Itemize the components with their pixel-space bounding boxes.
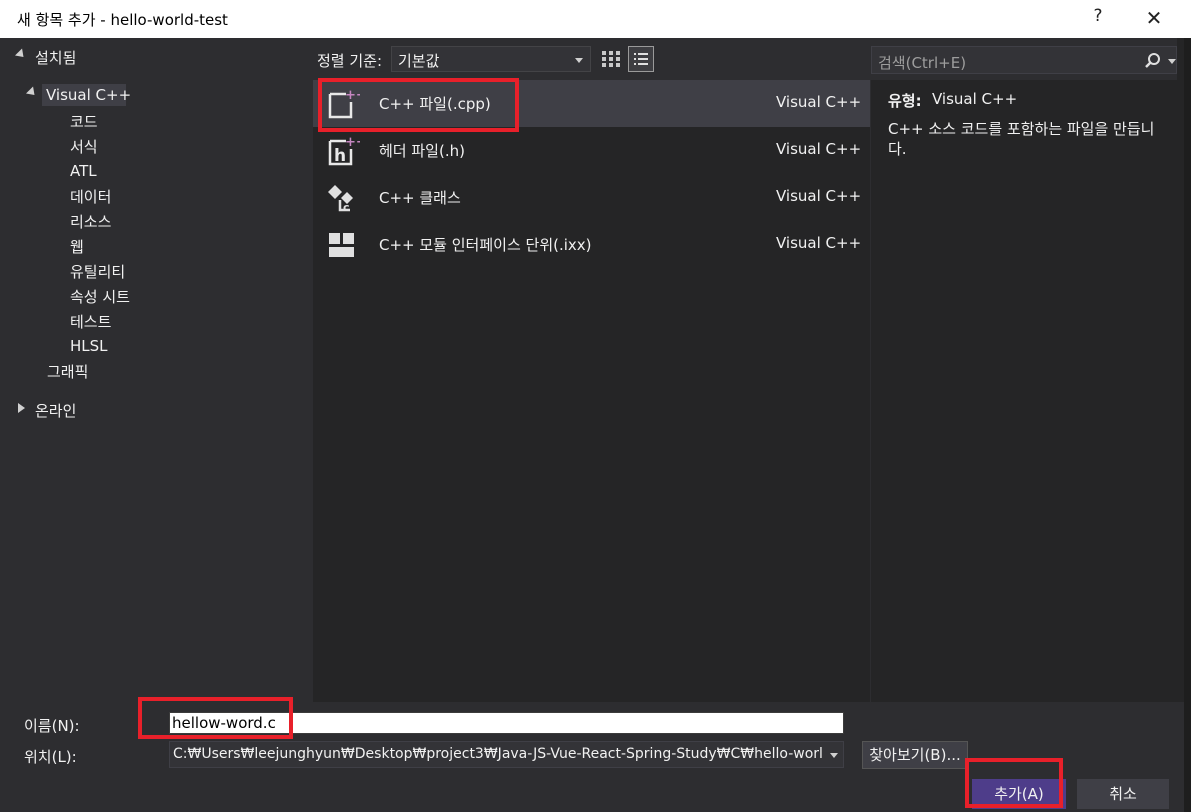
cancel-button[interactable]: 취소	[1077, 779, 1169, 809]
module-interface-icon	[326, 227, 360, 261]
sort-dropdown[interactable]: 기본값	[391, 46, 591, 72]
chevron-down-icon[interactable]	[830, 753, 838, 758]
list-view-icon[interactable]	[628, 46, 654, 72]
tree-item-installed[interactable]: 설치됨	[35, 47, 76, 68]
name-label: 이름(N):	[24, 717, 80, 735]
tree-item-graphics[interactable]: 그래픽	[47, 361, 88, 382]
template-type: Visual C++	[776, 234, 862, 252]
tree-item-atl[interactable]: ATL	[70, 162, 97, 180]
search-input[interactable]: 검색(Ctrl+E)	[871, 46, 1177, 74]
chevron-down-icon	[575, 58, 583, 63]
template-name: C++ 모듈 인터페이스 단위(.ixx)	[379, 236, 592, 254]
chevron-down-icon[interactable]	[1168, 59, 1176, 64]
search-placeholder: 검색(Ctrl+E)	[878, 54, 967, 72]
annotation-box-template	[318, 78, 519, 132]
svg-text:c: c	[343, 201, 350, 214]
info-description: C++ 소스 코드를 포함하는 파일을 만듭니다.	[888, 120, 1155, 158]
tree-item-resource[interactable]: 리소스	[70, 211, 111, 232]
help-button[interactable]: ?	[1086, 6, 1110, 32]
template-name: 헤더 파일(.h)	[379, 142, 465, 160]
location-combobox[interactable]: C:₩Users₩leejunghyun₩Desktop₩project3₩Ja…	[169, 741, 844, 768]
template-type: Visual C++	[776, 187, 862, 205]
location-label: 위치(L):	[24, 748, 77, 766]
template-list: ++ C++ 파일(.cpp) Visual C++ h ++ 헤더 파일(.h…	[313, 80, 870, 702]
tree-item-test[interactable]: 테스트	[70, 311, 111, 332]
tree-item-code[interactable]: 코드	[70, 111, 98, 132]
template-row-module-interface[interactable]: C++ 모듈 인터페이스 단위(.ixx) Visual C++	[313, 221, 870, 268]
grid-view-icon[interactable]	[600, 48, 622, 70]
location-value: C:₩Users₩leejunghyun₩Desktop₩project3₩Ja…	[173, 746, 823, 762]
annotation-box-add	[965, 758, 1063, 808]
browse-button[interactable]: 찾아보기(B)...	[862, 741, 968, 769]
template-name: C++ 클래스	[379, 189, 461, 207]
tree-item-online[interactable]: 온라인	[35, 400, 76, 421]
svg-text:++: ++	[345, 135, 360, 150]
dialog-edge	[1177, 38, 1184, 812]
background-window-strip	[1184, 38, 1191, 812]
tree-item-property-sheet[interactable]: 속성 시트	[70, 286, 130, 307]
tree-item-data[interactable]: 데이터	[70, 186, 111, 207]
tree-item-web[interactable]: 웹	[70, 236, 84, 257]
sort-value: 기본값	[398, 52, 440, 70]
info-type-label: 유형:	[888, 92, 922, 110]
template-type: Visual C++	[776, 93, 862, 111]
header-file-icon: h ++	[326, 133, 367, 167]
tree-item-hlsl[interactable]: HLSL	[70, 337, 108, 355]
tree-item-format[interactable]: 서식	[70, 136, 98, 157]
tree-item-visual-cpp[interactable]: Visual C++	[46, 86, 131, 104]
close-button[interactable]: ✕	[1140, 6, 1168, 32]
info-type-value: Visual C++	[932, 90, 1018, 108]
info-panel: 유형: Visual C++ C++ 소스 코드를 포함하는 파일을 만듭니다.	[871, 80, 1177, 702]
template-type: Visual C++	[776, 140, 862, 158]
search-icon[interactable]	[1144, 52, 1162, 70]
cpp-class-icon: c	[326, 180, 360, 214]
tree-item-utility[interactable]: 유틸리티	[70, 261, 125, 282]
template-row-cpp-class[interactable]: c C++ 클래스 Visual C++	[313, 174, 870, 221]
template-row-header-file[interactable]: h ++ 헤더 파일(.h) Visual C++	[313, 127, 870, 174]
collapsed-arrow-icon[interactable]	[18, 403, 25, 413]
window-title: 새 항목 추가 - hello-world-test	[17, 11, 228, 29]
sort-label: 정렬 기준:	[317, 52, 383, 70]
annotation-box-name	[138, 697, 293, 739]
